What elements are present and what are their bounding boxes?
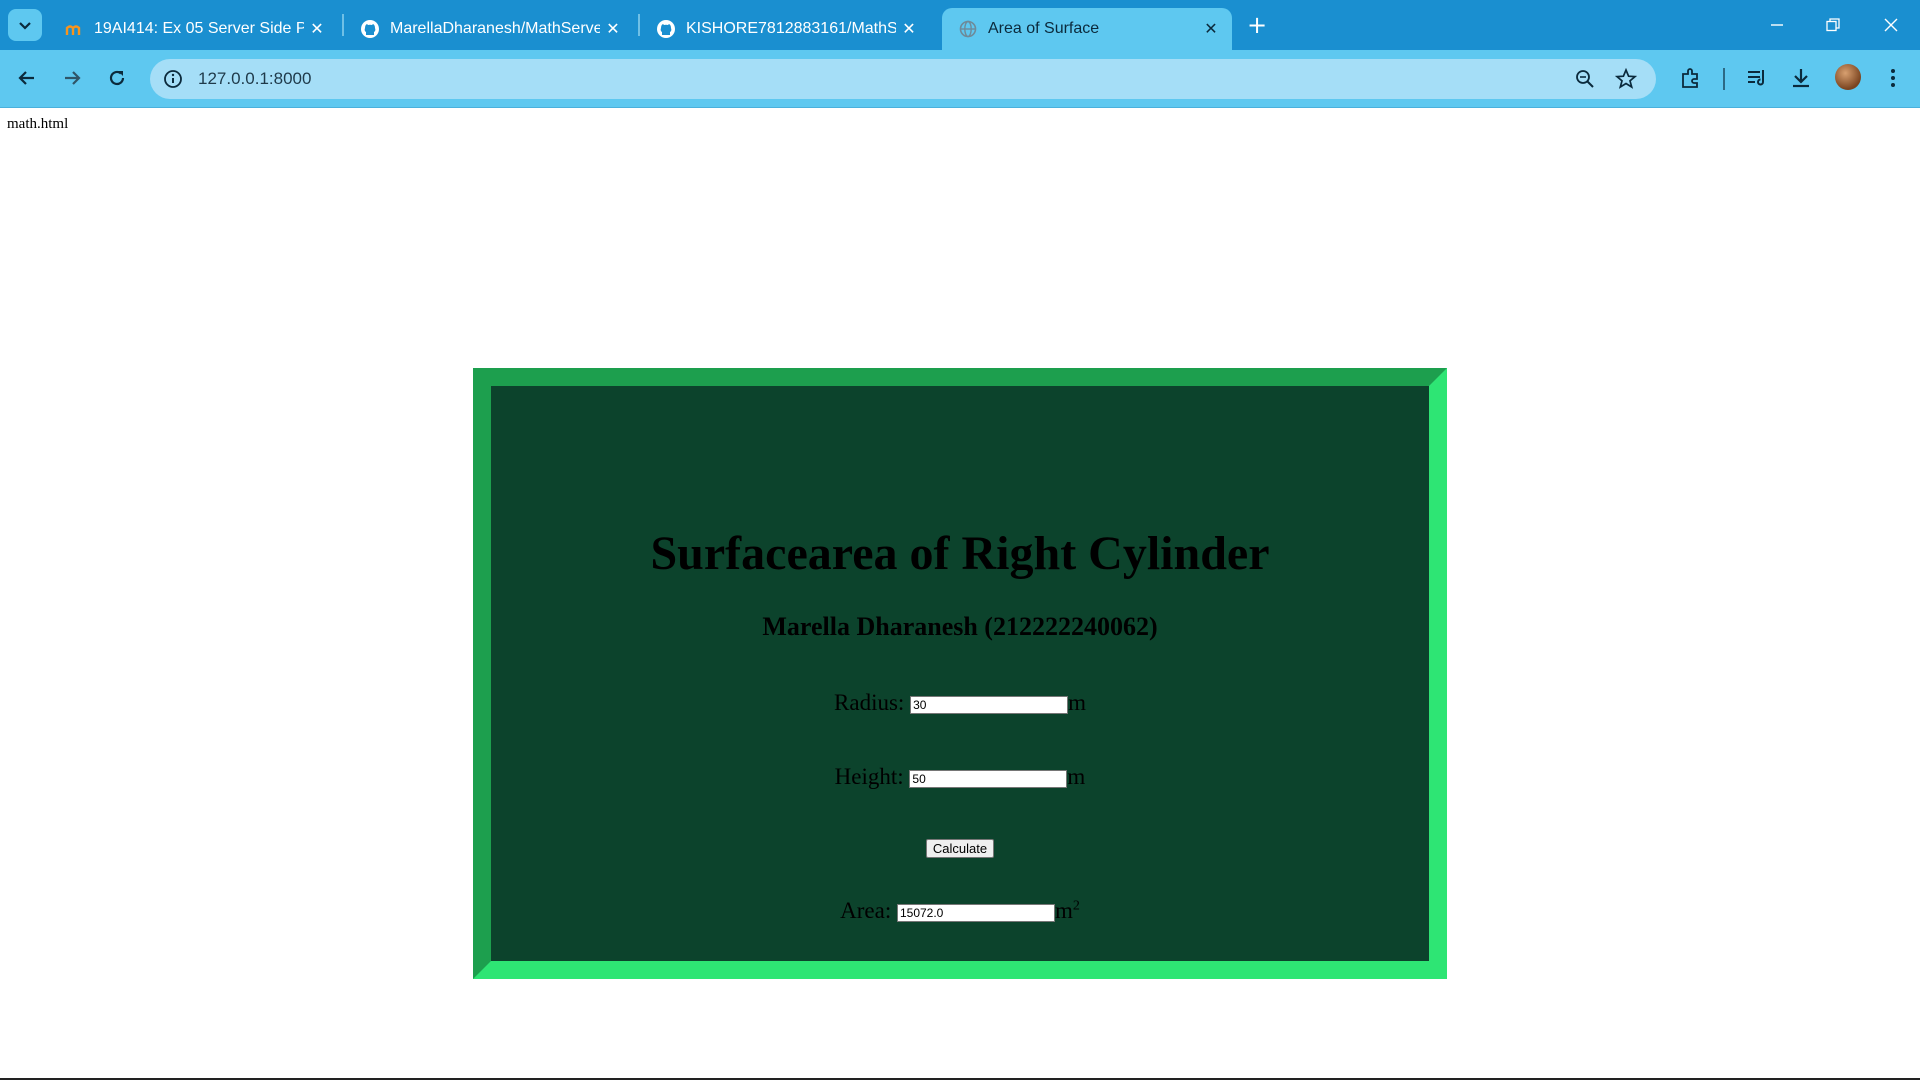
browser-toolbar: 127.0.0.1:8000 xyxy=(0,50,1920,108)
tab-search-button[interactable] xyxy=(8,9,42,41)
tab-moodle[interactable]: 19AI414: Ex 05 Server Side Proc ✕ xyxy=(48,8,338,50)
tab-title: 19AI414: Ex 05 Server Side Proc xyxy=(94,20,304,37)
page-filename: math.html xyxy=(7,116,69,132)
reload-icon xyxy=(109,70,125,86)
tab-github-kishore[interactable]: KISHORE7812883161/MathServ ✕ xyxy=(640,8,930,50)
new-tab-button[interactable]: + xyxy=(1244,11,1270,39)
height-label: Height: xyxy=(834,764,904,789)
moodle-icon xyxy=(64,19,84,39)
tab-title: MarellaDharanesh/MathServer xyxy=(390,20,600,37)
close-icon[interactable]: ✕ xyxy=(898,18,920,40)
url-text: 127.0.0.1:8000 xyxy=(198,69,312,88)
calculate-button[interactable]: Calculate xyxy=(925,839,995,858)
calculate-row: Calculate xyxy=(491,838,1429,858)
area-unit-power: 2 xyxy=(1072,898,1080,914)
tab-title: Area of Surface xyxy=(988,20,1100,37)
restore-button[interactable] xyxy=(1818,10,1848,40)
arrow-left-icon xyxy=(18,71,34,85)
reload-button[interactable] xyxy=(101,62,133,94)
tab-title: KISHORE7812883161/MathServ xyxy=(686,20,896,37)
height-input[interactable] xyxy=(909,769,1068,788)
area-unit: m xyxy=(1054,898,1073,923)
restore-icon xyxy=(1826,18,1840,32)
minimize-icon xyxy=(1771,24,1783,26)
area-label: Area: xyxy=(840,898,892,923)
zoom-icon[interactable] xyxy=(1574,68,1596,90)
close-icon xyxy=(1884,18,1898,32)
toolbar-divider xyxy=(1723,68,1725,90)
github-icon xyxy=(360,19,380,39)
tab-github-marella[interactable]: MarellaDharanesh/MathServer ✕ xyxy=(344,8,634,50)
close-icon[interactable]: ✕ xyxy=(1200,18,1222,40)
radius-input[interactable] xyxy=(910,695,1069,714)
calculator-panel: Surfacearea of Right Cylinder Marella Dh… xyxy=(473,368,1447,979)
close-icon[interactable]: ✕ xyxy=(306,18,328,40)
download-icon[interactable] xyxy=(1786,63,1816,93)
arrow-right-icon xyxy=(65,71,81,85)
menu-icon[interactable] xyxy=(1878,63,1908,93)
radius-row: Radius: m xyxy=(491,690,1429,716)
tab-area-of-surface[interactable]: Area of Surface ✕ xyxy=(942,8,1232,50)
close-icon[interactable]: ✕ xyxy=(602,18,624,40)
area-row: Area: m2 xyxy=(491,898,1429,924)
height-unit: m xyxy=(1067,764,1086,789)
globe-icon xyxy=(958,19,978,39)
radius-unit: m xyxy=(1068,690,1086,715)
area-output[interactable] xyxy=(896,903,1055,922)
forward-button[interactable] xyxy=(56,62,88,94)
height-row: Height: m xyxy=(491,764,1429,790)
address-bar[interactable]: 127.0.0.1:8000 xyxy=(150,59,1656,99)
star-icon[interactable] xyxy=(1615,68,1637,90)
site-info-icon[interactable] xyxy=(162,68,184,90)
chevron-down-icon xyxy=(19,22,31,30)
back-button[interactable] xyxy=(11,62,43,94)
tab-strip: 19AI414: Ex 05 Server Side Proc ✕ Marell… xyxy=(0,0,1920,50)
profile-avatar[interactable] xyxy=(1835,64,1861,90)
github-icon xyxy=(656,19,676,39)
author-subtitle: Marella Dharanesh (212222240062) xyxy=(762,612,1158,641)
media-control-icon[interactable] xyxy=(1742,63,1772,93)
radius-label: Radius: xyxy=(834,690,905,715)
window-close-button[interactable] xyxy=(1876,10,1906,40)
page-title: Surfacearea of Right Cylinder xyxy=(650,527,1270,580)
extensions-icon[interactable] xyxy=(1676,63,1706,93)
minimize-button[interactable] xyxy=(1762,10,1792,40)
